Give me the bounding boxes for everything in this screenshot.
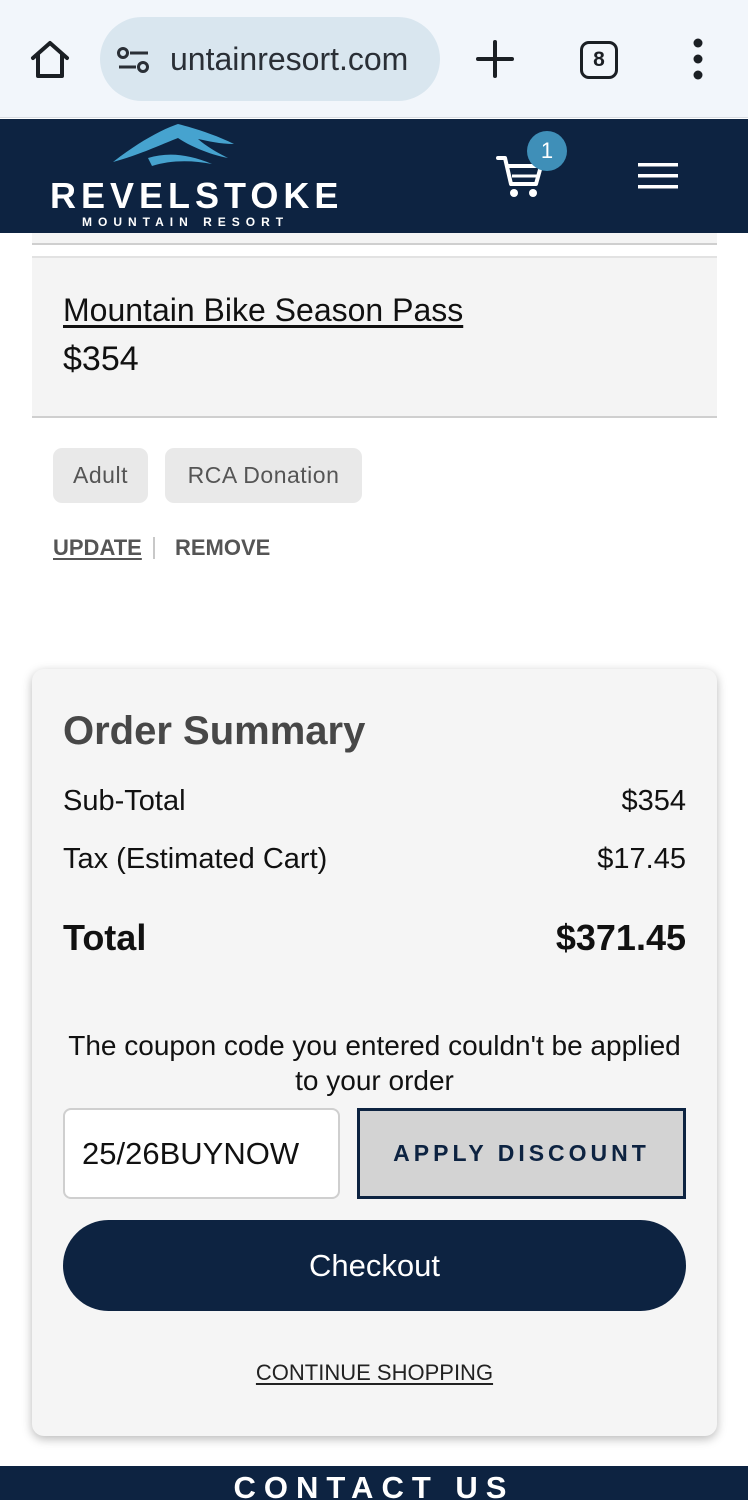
- tax-label: Tax (Estimated Cart): [63, 843, 328, 875]
- update-link[interactable]: UPDATE: [53, 535, 142, 561]
- logo-wordmark[interactable]: REVELSTOKE: [50, 175, 343, 217]
- item-title-link[interactable]: Mountain Bike Season Pass: [63, 292, 463, 329]
- hamburger-menu-icon[interactable]: [638, 161, 678, 191]
- remove-link[interactable]: REMOVE: [175, 535, 270, 561]
- subtotal-label: Sub-Total: [63, 785, 186, 817]
- browser-toolbar: untainresort.com 8: [0, 0, 748, 118]
- contact-us-heading[interactable]: CONTACT US: [0, 1470, 748, 1500]
- logo-subtitle: MOUNTAIN RESORT: [82, 215, 290, 229]
- more-vert-icon[interactable]: [690, 38, 706, 80]
- address-bar[interactable]: untainresort.com: [100, 17, 440, 101]
- logo-mark-icon[interactable]: [108, 122, 238, 176]
- total-label: Total: [63, 917, 147, 958]
- coupon-error-message: The coupon code you entered couldn't be …: [68, 1030, 681, 1096]
- subtotal-value: $354: [621, 785, 686, 817]
- item-option-chip: Adult: [53, 448, 148, 503]
- apply-discount-button[interactable]: APPLY DISCOUNT: [357, 1108, 686, 1199]
- cart-item-card: Mountain Bike Season Pass $354: [32, 256, 717, 418]
- link-divider: [153, 537, 155, 559]
- site-header: REVELSTOKE MOUNTAIN RESORT 1: [0, 119, 748, 233]
- continue-shopping-label[interactable]: CONTINUE SHOPPING: [256, 1360, 493, 1385]
- home-icon[interactable]: [28, 38, 72, 82]
- item-option-chip: RCA Donation: [165, 448, 362, 503]
- plus-icon[interactable]: [474, 38, 516, 80]
- checkout-button[interactable]: Checkout: [63, 1220, 686, 1311]
- tab-switcher-button[interactable]: 8: [580, 41, 618, 79]
- previous-item-edge: [32, 233, 717, 245]
- coupon-code-input[interactable]: [63, 1108, 340, 1199]
- site-settings-icon[interactable]: [116, 45, 152, 75]
- tax-value: $17.45: [597, 843, 686, 875]
- summary-title: Order Summary: [63, 709, 366, 753]
- cart-count-badge[interactable]: 1: [527, 131, 567, 171]
- footer-bar: CONTACT US: [0, 1466, 748, 1500]
- item-price: $354: [63, 340, 139, 378]
- continue-shopping-link[interactable]: CONTINUE SHOPPING: [32, 1360, 717, 1386]
- total-value: $371.45: [555, 917, 686, 958]
- order-summary-card: Order Summary Sub-Total $354 Tax (Estima…: [32, 669, 717, 1436]
- url-text[interactable]: untainresort.com: [170, 41, 408, 78]
